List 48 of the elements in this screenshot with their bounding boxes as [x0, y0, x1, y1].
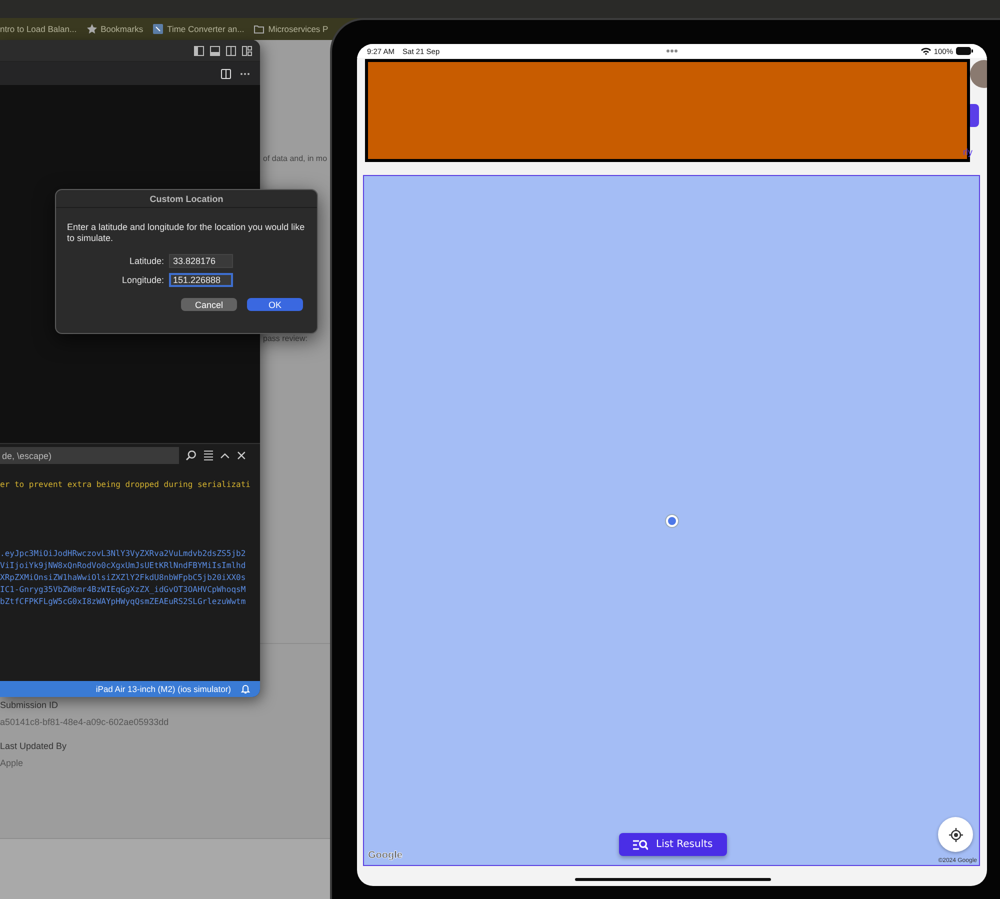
terminal-line: er to prevent extra being dropped during serializati: [0, 479, 252, 491]
bookmark[interactable]: Microservices P: [268, 24, 328, 34]
dialog-title: Custom Location: [150, 194, 224, 204]
field-label: Latitude:: [129, 256, 164, 266]
bookmark[interactable]: ntro to Load Balan...: [0, 24, 77, 34]
folder-icon: [254, 24, 264, 34]
paragraph-text: of data and, in mo: [263, 154, 328, 163]
location-dot: [666, 515, 678, 527]
close-icon[interactable]: [237, 451, 246, 460]
site-icon: [153, 24, 164, 34]
field-value: Apple: [0, 758, 24, 768]
find-field[interactable]: de, \escape): [0, 447, 179, 464]
wifi-icon: [920, 47, 931, 55]
caret-up-icon[interactable]: [220, 452, 230, 460]
terminal-line: bZtfCFPKFLgW5cG0xI8zWAYpHWyqQsmZEAEuRS2SLGrlezuWwtm: [0, 596, 247, 608]
more-icon[interactable]: [240, 72, 250, 76]
terminal-line: IC1-Gnryg35VbZW8mr4BzWIEqGgXzZX_idGvOT3OAHVCpWhoqsM: [0, 584, 247, 596]
multitask-icon[interactable]: [666, 49, 678, 53]
star-icon: [86, 24, 97, 34]
list-results-button[interactable]: List Results: [619, 833, 727, 856]
field-label: Last Updated By: [0, 741, 68, 751]
layout-icon[interactable]: [242, 46, 252, 56]
terminal-line: ViIjoiYk9jNW8xQnRodVo0cXgxUmJsUEtKRlNndFBYMiIsImlhd: [0, 560, 247, 572]
dialog-message: Enter a latitude and longitude for the location you would like to simulate.: [67, 222, 305, 243]
split-layout-icon[interactable]: [226, 46, 236, 56]
list-search-icon: [633, 839, 648, 850]
my-location-button[interactable]: [938, 817, 973, 852]
search-icon[interactable]: [186, 450, 197, 461]
battery-icon: [956, 47, 973, 55]
map-logo: Google: [368, 850, 402, 861]
panel-toggle-icon[interactable]: [210, 46, 220, 56]
cancel-button[interactable]: Cancel: [181, 298, 237, 311]
bookmark[interactable]: Time Converter an...: [167, 24, 244, 34]
input-field[interactable]: 33.828176: [169, 254, 233, 268]
input-field[interactable]: 151.226888: [169, 273, 233, 287]
split-editor-icon[interactable]: [221, 68, 231, 78]
bell-icon[interactable]: [241, 684, 250, 694]
ok-button[interactable]: OK: [247, 298, 303, 311]
terminal-line: XRpZXMiOnsiZW1haWwiOlsiZXZlY2FkdU8nbWFpbC5jb20iXX0s: [0, 572, 247, 584]
field-value: a50141c8-bf81-48e4-a09c-602ae05933dd: [0, 717, 169, 727]
paragraph-text: pass review:: [263, 334, 308, 343]
field-label: Submission ID: [0, 700, 60, 710]
crosshair-icon: [948, 828, 962, 842]
bookmark[interactable]: Bookmarks: [100, 24, 144, 34]
field-label: Longitude:: [122, 275, 164, 285]
sidebar-toggle-icon[interactable]: [194, 46, 204, 56]
list-icon[interactable]: [204, 450, 214, 461]
terminal-line: .eyJpc3MiOiJodHRwczovL3NlY3VyZXRva2VuLmdvb2dsZS5jb2: [0, 548, 247, 560]
